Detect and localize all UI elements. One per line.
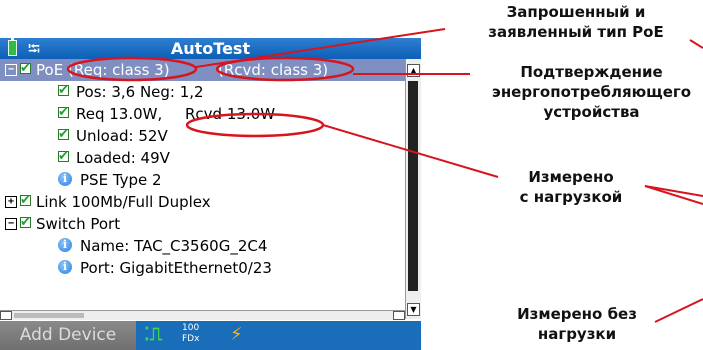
poe-power-icon: ⚡ bbox=[230, 324, 243, 345]
link-speed-value: 100 bbox=[182, 323, 200, 333]
annotation-unloaded-line2: нагрузки bbox=[537, 325, 617, 343]
collapse-icon[interactable]: − bbox=[5, 64, 17, 76]
info-icon: i bbox=[58, 260, 72, 274]
pass-check-icon bbox=[58, 80, 69, 102]
tree-item-switch-port[interactable]: − Switch Port bbox=[0, 212, 405, 235]
autotest-screen: ⭾ AutoTest − PoE (Req: class 3) (Rcvd: c… bbox=[0, 38, 421, 350]
annotation-pd-line3: устройства bbox=[543, 103, 640, 121]
result-tree[interactable]: − PoE (Req: class 3) (Rcvd: class 3) Pos… bbox=[0, 59, 405, 319]
window-title: AutoTest bbox=[170, 39, 251, 58]
poe-requested-class: (Req: class 3) bbox=[68, 61, 170, 79]
tree-item-pse-type[interactable]: i PSE Type 2 bbox=[0, 169, 405, 191]
scroll-thumb-horizontal[interactable] bbox=[14, 313, 84, 318]
expand-icon[interactable]: + bbox=[5, 196, 17, 208]
link-duplex: FDx bbox=[182, 334, 200, 344]
tree-item-label: Link 100Mb/Full Duplex bbox=[36, 193, 211, 211]
pass-check-icon bbox=[20, 190, 31, 212]
horizontal-scrollbar[interactable] bbox=[0, 310, 405, 320]
annotation-measured-unloaded: Измерено без нагрузки bbox=[492, 304, 662, 344]
received-power: Rcvd 13.0W bbox=[185, 105, 276, 123]
info-icon: i bbox=[58, 238, 72, 252]
tree-item-label: Loaded: 49V bbox=[76, 149, 170, 167]
arrow-measured-unloaded bbox=[654, 298, 703, 323]
annotation-loaded-line1: Измерено bbox=[528, 168, 614, 186]
arrow-measured-loaded-1 bbox=[644, 185, 703, 197]
title-bar: ⭾ AutoTest bbox=[0, 38, 421, 59]
annotation-requested-class-line2: заявленный тип PoE bbox=[488, 23, 664, 41]
status-bar: Add Device ⁚⎍ 100 FDx ⚡ bbox=[0, 321, 421, 350]
tree-item-pairs[interactable]: Pos: 3,6 Neg: 1,2 bbox=[0, 80, 405, 103]
tree-item-label: PSE Type 2 bbox=[80, 171, 162, 189]
annotation-unloaded-line1: Измерено без bbox=[517, 305, 637, 323]
tree-item-label: Name: TAC_C3560G_2C4 bbox=[80, 237, 268, 255]
annotation-pd-line2: энергопотребляющего bbox=[491, 83, 692, 101]
scroll-right-button[interactable] bbox=[393, 311, 405, 320]
tree-item-unload[interactable]: Unload: 52V bbox=[0, 124, 405, 147]
pass-check-icon bbox=[58, 146, 69, 168]
pass-check-icon bbox=[20, 59, 31, 80]
annotation-pd-line1: Подтверждение bbox=[520, 63, 663, 81]
arrow-measured-loaded-2 bbox=[644, 185, 703, 205]
tree-item-label: Switch Port bbox=[36, 215, 121, 233]
pass-check-icon bbox=[20, 212, 31, 234]
tree-item-label: Pos: 3,6 Neg: 1,2 bbox=[76, 83, 204, 101]
tree-item-power[interactable]: Req 13.0W, Rcvd 13.0W bbox=[0, 102, 405, 125]
pass-check-icon bbox=[58, 102, 69, 124]
collapse-icon[interactable]: − bbox=[5, 218, 17, 230]
annotation-pd-confirmation: Подтверждение энергопотребляющего устрой… bbox=[480, 62, 703, 122]
add-device-button[interactable]: Add Device bbox=[0, 321, 136, 350]
scroll-up-button[interactable]: ▲ bbox=[407, 64, 420, 77]
scroll-left-button[interactable] bbox=[0, 311, 12, 320]
scroll-down-button[interactable]: ▼ bbox=[407, 303, 420, 316]
vertical-scrollbar[interactable]: ▲ ▼ bbox=[405, 59, 421, 319]
link-speed: 100 FDx bbox=[182, 323, 199, 345]
tree-item-poe[interactable]: − PoE (Req: class 3) (Rcvd: class 3) bbox=[0, 59, 405, 81]
info-icon: i bbox=[58, 172, 72, 186]
tree-item-switch-port-id[interactable]: i Port: GigabitEthernet0/23 bbox=[0, 257, 405, 279]
link-pulse-icon: ⁚⎍ bbox=[144, 324, 163, 345]
annotation-requested-class: Запрошенный и заявленный тип PoE bbox=[456, 2, 696, 42]
annotation-loaded-line2: с нагрузкой bbox=[519, 188, 623, 206]
tree-item-switch-name[interactable]: i Name: TAC_C3560G_2C4 bbox=[0, 235, 405, 257]
tree-item-label: Port: GigabitEthernet0/23 bbox=[80, 259, 272, 277]
poe-received-class: (Rcvd: class 3) bbox=[218, 61, 329, 79]
tree-item-label: Unload: 52V bbox=[76, 127, 168, 145]
annotation-requested-class-line1: Запрошенный и bbox=[506, 3, 646, 21]
tree-item-link[interactable]: + Link 100Mb/Full Duplex bbox=[0, 190, 405, 213]
pass-check-icon bbox=[58, 124, 69, 146]
tree-item-label: PoE bbox=[36, 61, 64, 79]
scroll-thumb[interactable] bbox=[408, 81, 418, 291]
annotation-measured-loaded: Измерено с нагрузкой bbox=[496, 167, 646, 207]
tree-item-loaded[interactable]: Loaded: 49V bbox=[0, 146, 405, 169]
tree-item-label: Req 13.0W, bbox=[76, 105, 163, 123]
